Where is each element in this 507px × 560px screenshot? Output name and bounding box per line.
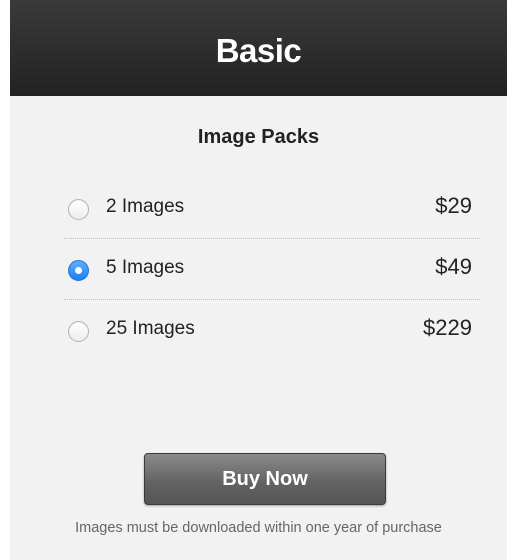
pack-option[interactable]: 25 Images $229 (64, 300, 480, 360)
pack-option-label: 5 Images (106, 257, 185, 278)
pack-option[interactable]: 5 Images $49 (64, 239, 480, 300)
pack-option[interactable]: 2 Images $29 (64, 178, 480, 239)
pack-option-label: 2 Images (106, 196, 185, 217)
radio-button[interactable] (68, 321, 89, 342)
pack-options: 2 Images $29 5 Images $49 25 Images $229 (64, 178, 480, 360)
pack-option-label: 25 Images (106, 318, 195, 339)
pricing-card: Basic Image Packs 2 Images $29 5 Images … (10, 0, 507, 560)
buy-now-button[interactable]: Buy Now (144, 453, 386, 505)
pack-option-price: $229 (423, 315, 472, 340)
purchase-note: Images must be downloaded within one yea… (75, 520, 442, 536)
card-header: Basic (10, 0, 507, 96)
pack-option-price: $29 (435, 193, 472, 218)
radio-button[interactable] (68, 260, 89, 281)
pack-option-price: $49 (435, 254, 472, 279)
section-subtitle: Image Packs (197, 126, 320, 148)
radio-button[interactable] (68, 199, 89, 220)
plan-title: Basic (215, 32, 302, 69)
